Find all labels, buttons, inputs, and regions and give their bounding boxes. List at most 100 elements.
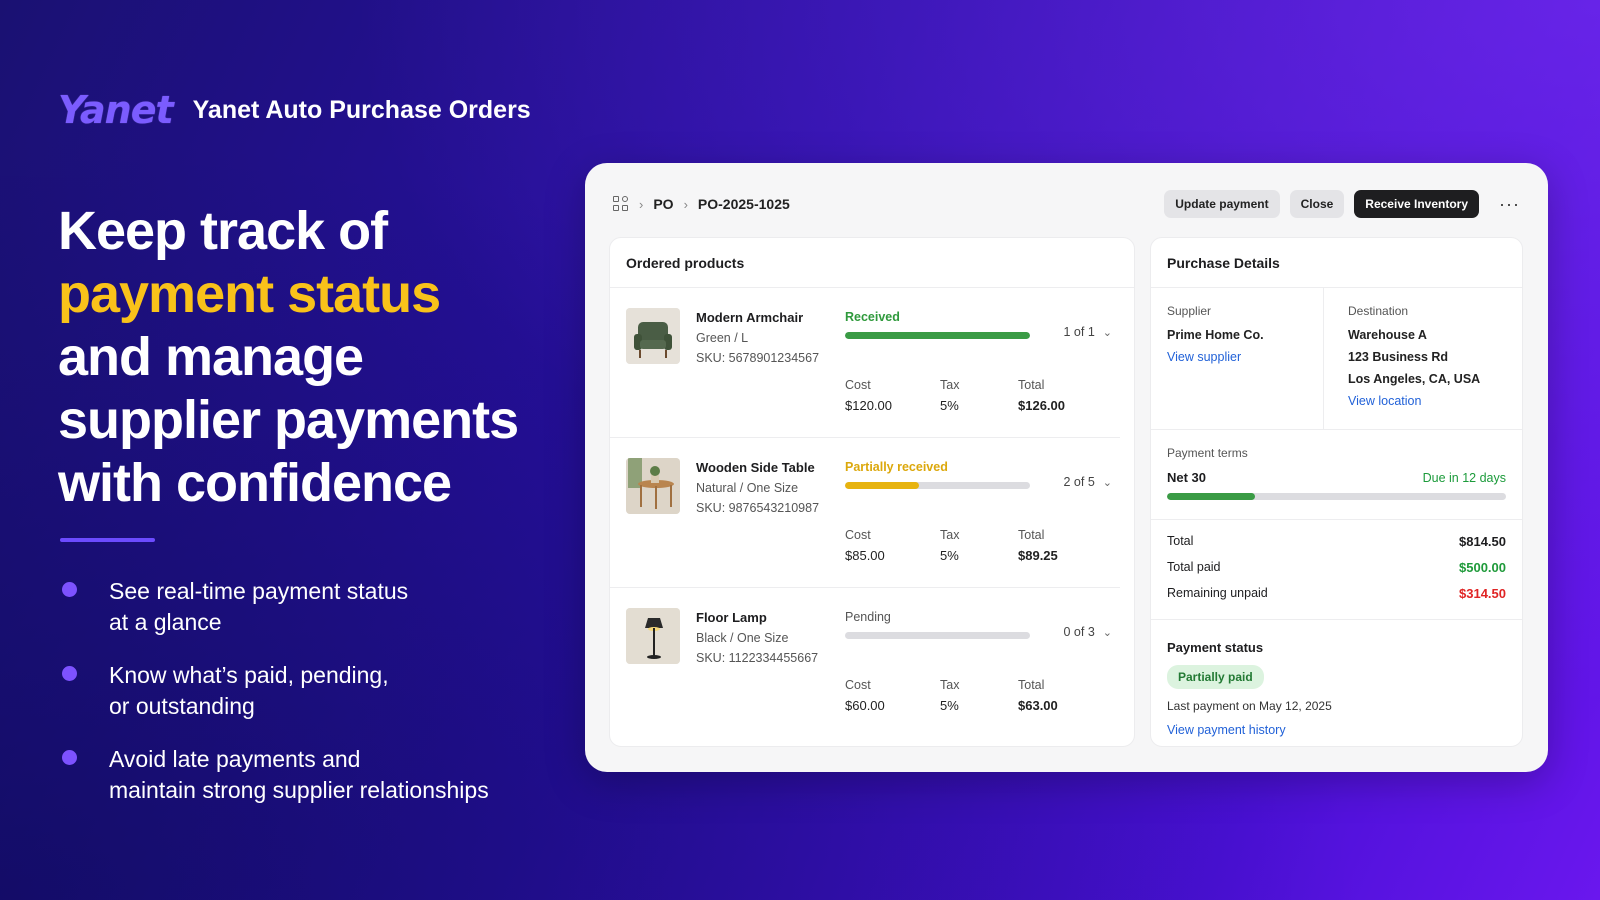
receive-count: 2 of 5 — [1063, 475, 1095, 489]
product-sku: SKU: 1122334455667 — [696, 651, 819, 665]
supplier-block: Supplier Prime Home Co. View supplier — [1167, 288, 1324, 429]
receive-status: Received — [845, 310, 900, 324]
payment-status-title: Payment status — [1167, 640, 1264, 655]
payment-terms-value: Net 30 — [1167, 470, 1207, 485]
receive-status: Partially received — [845, 460, 948, 474]
more-options-icon[interactable]: ··· — [1499, 194, 1520, 215]
feature-text: Know what’s paid, pending, — [109, 662, 389, 688]
product-sku: SKU: 5678901234567 — [696, 351, 820, 365]
supplier-name: Prime Home Co. — [1167, 328, 1264, 342]
remaining-unpaid-label: Remaining unpaid — [1167, 586, 1268, 600]
bullet-dot-icon — [62, 582, 77, 597]
receive-count-dropdown[interactable]: 1 of 1 ⌄ — [1064, 325, 1113, 339]
close-button[interactable]: Close — [1289, 190, 1345, 218]
receive-inventory-button[interactable]: Receive Inventory — [1354, 190, 1480, 218]
total-row: Total $814.50 — [1167, 534, 1506, 549]
headline-line: Keep track of — [58, 201, 388, 261]
headline-line: supplier payments — [58, 390, 519, 450]
tax-value: 5% — [940, 398, 959, 413]
cost-value: $60.00 — [845, 698, 885, 713]
feature-text: maintain strong supplier relationships — [109, 777, 489, 803]
payment-terms-progress — [1167, 493, 1506, 500]
product-row: Wooden Side Table Natural / One Size SKU… — [610, 438, 1120, 588]
breadcrumb-current: PO-2025-1025 — [697, 196, 790, 212]
receive-status: Pending — [845, 610, 891, 624]
destination-address-line2: Los Angeles, CA, USA — [1348, 372, 1481, 386]
headline-line: with confidence — [58, 453, 452, 513]
product-name: Floor Lamp — [696, 610, 767, 625]
side-table-image — [626, 458, 680, 514]
feature-list: See real-time payment status at a glance… — [62, 576, 542, 828]
chevron-down-icon: ⌄ — [1102, 326, 1112, 339]
armchair-image — [626, 308, 680, 364]
supplier-label: Supplier — [1167, 304, 1212, 318]
total-label: Total — [1018, 378, 1045, 392]
last-payment-date: Last payment on May 12, 2025 — [1167, 699, 1332, 713]
total-paid-row: Total paid $500.00 — [1167, 560, 1506, 575]
total-value: $63.00 — [1018, 698, 1058, 713]
breadcrumb-po-link[interactable]: PO — [653, 196, 673, 212]
product-variant: Green / L — [696, 331, 749, 345]
total-amount: $814.50 — [1459, 534, 1506, 549]
ordered-products-panel: Ordered products Modern Armchair Green /… — [609, 237, 1135, 747]
po-toolbar: › PO › PO-2025-1025 Update payment Close… — [613, 189, 1520, 219]
product-name: Wooden Side Table — [696, 460, 815, 475]
chevron-down-icon: ⌄ — [1102, 626, 1112, 639]
cost-label: Cost — [845, 528, 871, 542]
receive-progress-bar — [845, 632, 1030, 639]
total-paid-label: Total paid — [1167, 560, 1221, 574]
tax-value: 5% — [940, 698, 959, 713]
product-variant: Natural / One Size — [696, 481, 799, 495]
total-paid-amount: $500.00 — [1459, 560, 1506, 575]
status-badge: Partially paid — [1167, 665, 1264, 689]
feature-text: Avoid late payments and — [109, 746, 361, 772]
grid-icon[interactable] — [613, 196, 629, 212]
remaining-unpaid-row: Remaining unpaid $314.50 — [1167, 586, 1506, 601]
receive-count-dropdown[interactable]: 0 of 3 ⌄ — [1064, 625, 1113, 639]
payment-terms-section: Payment terms Net 30 Due in 12 days — [1151, 430, 1522, 520]
feature-item: Avoid late payments and maintain strong … — [62, 744, 542, 806]
payment-status-section: Payment status Partially paid Last payme… — [1151, 620, 1522, 737]
destination-name: Warehouse A — [1348, 328, 1427, 342]
cost-label: Cost — [845, 378, 871, 392]
feature-item: Know what’s paid, pending, or outstandin… — [62, 660, 542, 722]
remaining-unpaid-amount: $314.50 — [1459, 586, 1506, 601]
destination-label: Destination — [1348, 304, 1409, 318]
purchase-details-title: Purchase Details — [1151, 238, 1522, 288]
view-payment-history-link[interactable]: View payment history — [1167, 723, 1506, 737]
po-actions: Update payment Close Receive Inventory ·… — [1164, 190, 1520, 218]
due-status: Due in 12 days — [1422, 470, 1506, 485]
view-location-link[interactable]: View location — [1348, 394, 1480, 408]
receive-count: 0 of 3 — [1063, 625, 1095, 639]
headline: Keep track of payment status and manage … — [58, 200, 558, 515]
headline-divider — [60, 538, 155, 542]
receive-count: 1 of 1 — [1063, 325, 1095, 339]
headline-highlight: payment status — [58, 264, 441, 324]
receive-count-dropdown[interactable]: 2 of 5 ⌄ — [1064, 475, 1113, 489]
bullet-dot-icon — [62, 750, 77, 765]
cost-value: $85.00 — [845, 548, 885, 563]
brand-header: Yanet Yanet Auto Purchase Orders — [58, 88, 531, 132]
view-supplier-link[interactable]: View supplier — [1167, 350, 1323, 364]
ordered-products-title: Ordered products — [610, 238, 1134, 288]
receive-progress-bar — [845, 332, 1030, 339]
tax-value: 5% — [940, 548, 959, 563]
chevron-right-icon: › — [639, 196, 644, 212]
total-value: $126.00 — [1018, 398, 1065, 413]
purchase-order-card: › PO › PO-2025-1025 Update payment Close… — [585, 163, 1548, 772]
update-payment-button[interactable]: Update payment — [1164, 190, 1280, 218]
product-row: Modern Armchair Green / L SKU: 567890123… — [610, 288, 1120, 438]
product-name: Modern Armchair — [696, 310, 804, 325]
brand-title: Yanet Auto Purchase Orders — [192, 95, 531, 124]
payment-totals-section: Total $814.50 Total paid $500.00 Remaini… — [1151, 520, 1522, 620]
total-label: Total — [1167, 534, 1194, 548]
product-row: Floor Lamp Black / One Size SKU: 1122334… — [610, 588, 1120, 738]
chevron-down-icon: ⌄ — [1102, 476, 1112, 489]
tax-label: Tax — [940, 528, 960, 542]
yanet-logo: Yanet — [58, 88, 174, 132]
feature-text: See real-time payment status — [109, 578, 409, 604]
tax-label: Tax — [940, 378, 960, 392]
breadcrumb: › PO › PO-2025-1025 — [613, 196, 790, 212]
cost-label: Cost — [845, 678, 871, 692]
chevron-right-icon: › — [683, 196, 688, 212]
